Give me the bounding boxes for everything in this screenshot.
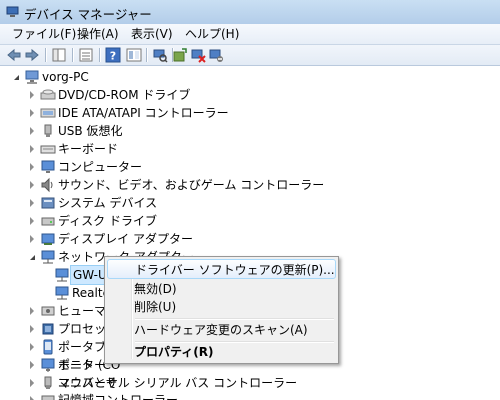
tree-item-label: ユニバーサル シリアル バス コントローラー [58,376,298,390]
menu-item-scan[interactable]: ハードウェア変更のスキャン(A) [107,320,336,340]
collapsed-arrow-icon[interactable] [30,127,34,135]
hid-icon [40,303,56,319]
tree-item-label: システム デバイス [58,196,158,210]
menu-item-properties[interactable]: プロパティ(R) [107,342,336,362]
back-icon[interactable] [6,47,22,63]
network-adapter-icon [54,285,70,301]
network-adapter-icon [40,249,56,265]
usb-icon [40,375,56,391]
menu-action[interactable]: 操作(A) [74,26,122,42]
title-bar: デバイス マネージャー [0,0,500,25]
speaker-icon [40,177,56,193]
storage-controller-icon [40,392,56,400]
tree-item-label: コンピューター [58,160,143,174]
collapsed-arrow-icon[interactable] [30,109,34,117]
menu-item-update-driver[interactable]: ドライバー ソフトウェアの更新(P)... [107,259,336,279]
device-manager-window: デバイス マネージャー ファイル(F) 操作(A) 表示(V) ヘルプ(H) ? [0,0,500,400]
collapsed-arrow-icon[interactable] [30,181,34,189]
collapsed-arrow-icon[interactable] [30,379,34,387]
menu-item-label: 削除(U) [134,300,177,314]
tree-item-label: USB 仮想化 [58,124,123,138]
collapsed-arrow-icon[interactable] [30,145,34,153]
display-adapter-icon [40,231,56,247]
disable-icon[interactable] [208,47,224,63]
collapsed-arrow-icon[interactable] [30,91,34,99]
collapsed-arrow-icon[interactable] [30,235,34,243]
scan-icon[interactable] [152,47,168,63]
details-icon[interactable] [78,47,94,63]
window-title: デバイス マネージャー [24,7,152,22]
collapsed-arrow-icon[interactable] [30,163,34,171]
processor-icon [40,321,56,337]
menu-item-label: ドライバー ソフトウェアの更新(P)... [135,263,335,277]
menu-view[interactable]: 表示(V) [128,26,176,42]
network-adapter-icon [54,267,70,283]
ide-controller-icon [40,105,56,121]
portable-device-icon [40,339,56,355]
computer-icon [24,69,40,85]
tree-item-label: モニター [58,358,107,372]
collapsed-arrow-icon[interactable] [30,325,34,333]
monitor-icon [40,357,56,373]
menu-item-disable[interactable]: 無効(D) [107,279,336,299]
expanded-arrow-icon[interactable] [14,75,19,80]
collapsed-arrow-icon[interactable] [30,396,34,400]
help-icon[interactable]: ? [105,47,121,63]
menu-item-uninstall[interactable]: 削除(U) [107,297,336,317]
svg-text:?: ? [110,50,116,63]
update-driver-icon[interactable] [172,47,188,63]
monitor-icon [40,159,56,175]
menu-item-label: 無効(D) [134,282,177,296]
collapsed-arrow-icon[interactable] [30,361,34,369]
menu-help[interactable]: ヘルプ(H) [182,26,242,42]
tree-item-label: DVD/CD-ROM ドライブ [58,88,191,102]
tree-item-label: サウンド、ビデオ、およびゲーム コントローラー [58,178,325,192]
expanded-arrow-icon[interactable] [30,255,35,260]
uninstall-icon[interactable] [190,47,206,63]
tree-item-label: 記憶域コントローラー [58,393,179,400]
collapsed-arrow-icon[interactable] [30,307,34,315]
properties-pane-icon[interactable] [51,47,67,63]
context-menu: ドライバー ソフトウェアの更新(P)... 無効(D) 削除(U) ハードウェア… [104,256,339,364]
disk-drive-icon [40,213,56,229]
menu-item-label: ハードウェア変更のスキャン(A) [134,323,308,337]
tree-item-label: IDE ATA/ATAPI コントローラー [58,106,229,120]
show-hide-icon[interactable] [126,47,142,63]
tree-item-label: キーボード [58,142,119,156]
collapsed-arrow-icon[interactable] [30,217,34,225]
device-manager-app-icon [6,5,19,18]
menu-file[interactable]: ファイル(F) [9,26,79,42]
dvd-drive-icon [40,87,56,103]
usb-icon [40,123,56,139]
tree-item-label: ディスク ドライブ [58,214,157,228]
forward-icon[interactable] [24,47,40,63]
system-device-icon [40,195,56,211]
menu-item-label: プロパティ(R) [134,345,214,359]
tree-item-label: ディスプレイ アダプター [58,232,193,246]
collapsed-arrow-icon[interactable] [30,199,34,207]
keyboard-icon [40,141,56,157]
tree-root-label: vorg-PC [42,70,89,84]
menu-bar: ファイル(F) 操作(A) 表示(V) ヘルプ(H) [0,24,500,45]
toolbar: ? [0,45,500,66]
collapsed-arrow-icon[interactable] [30,343,34,351]
